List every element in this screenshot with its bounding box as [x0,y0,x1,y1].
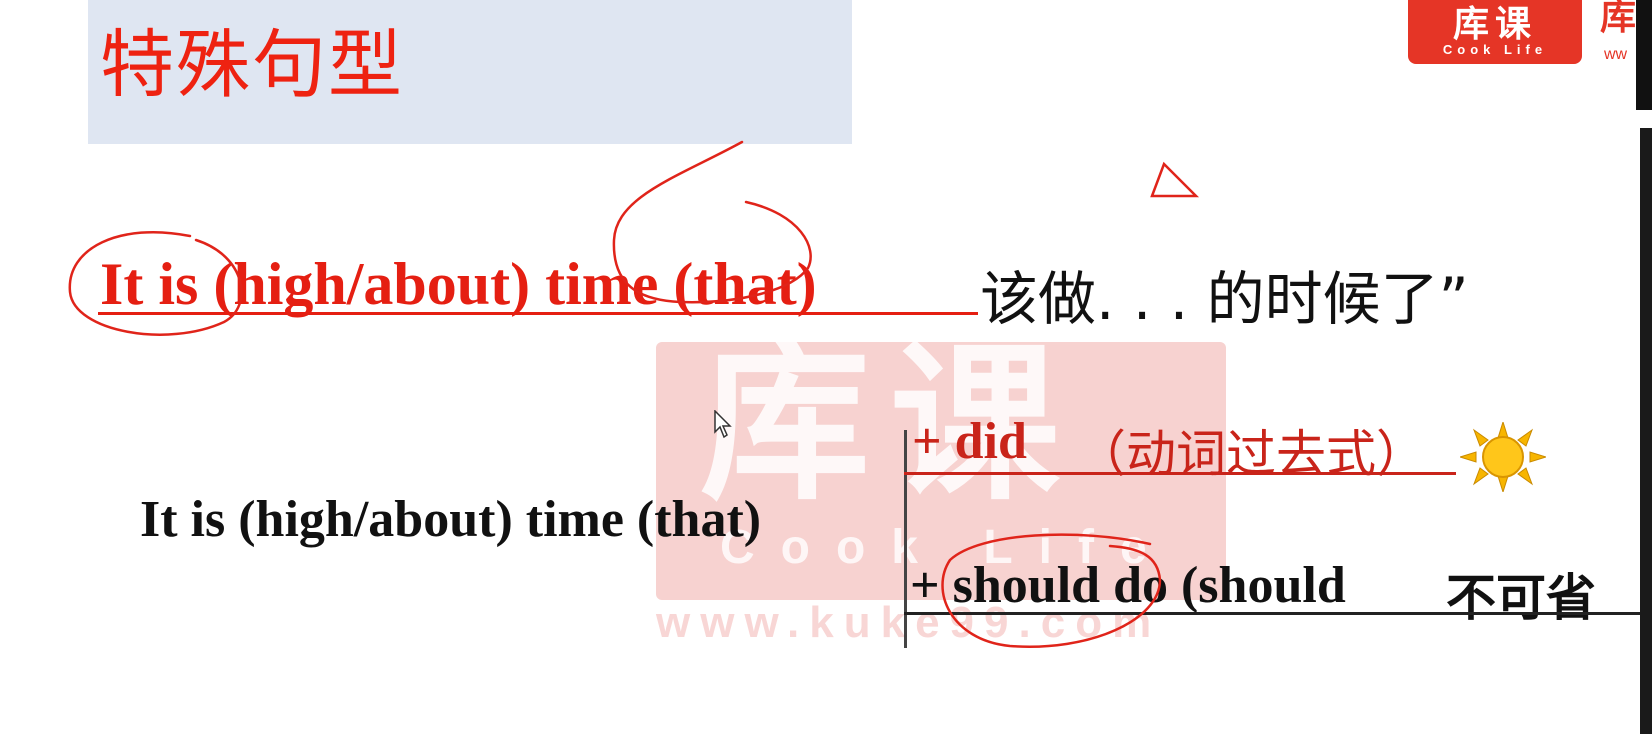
option-did: + did [912,413,1027,470]
cursor-icon [714,410,732,439]
brand-logo: 库课 Cook Life [1408,0,1582,64]
sentence-pattern-meaning: 该做. . . 的时候了” [980,265,1469,333]
option-did-underline [904,472,1456,475]
option-did-note: （动词过去式） [1076,425,1426,483]
option-should-do-note: 不可省 [1446,569,1596,627]
logo-chinese: 库课 [1452,3,1537,45]
sentence-pattern-stem: It is (high/about) time (that) [140,491,762,548]
sentence-pattern-heading: It is (high/about) time (that) [100,251,817,317]
logo-english: Cook Life [1442,41,1548,57]
options-bracket [904,430,907,648]
right-edge-scrollbar[interactable] [1640,128,1652,734]
option-should-do: + should do (should [910,557,1346,614]
option-should-underline [904,612,1640,615]
heading-underline [98,312,978,315]
right-edge-bar [1636,0,1652,110]
logo-edge-url: ww [1604,46,1628,63]
logo-edge-chinese: 库 [1600,0,1637,38]
sun-icon [1460,422,1546,492]
slide-title: 特殊句型 [100,22,404,108]
